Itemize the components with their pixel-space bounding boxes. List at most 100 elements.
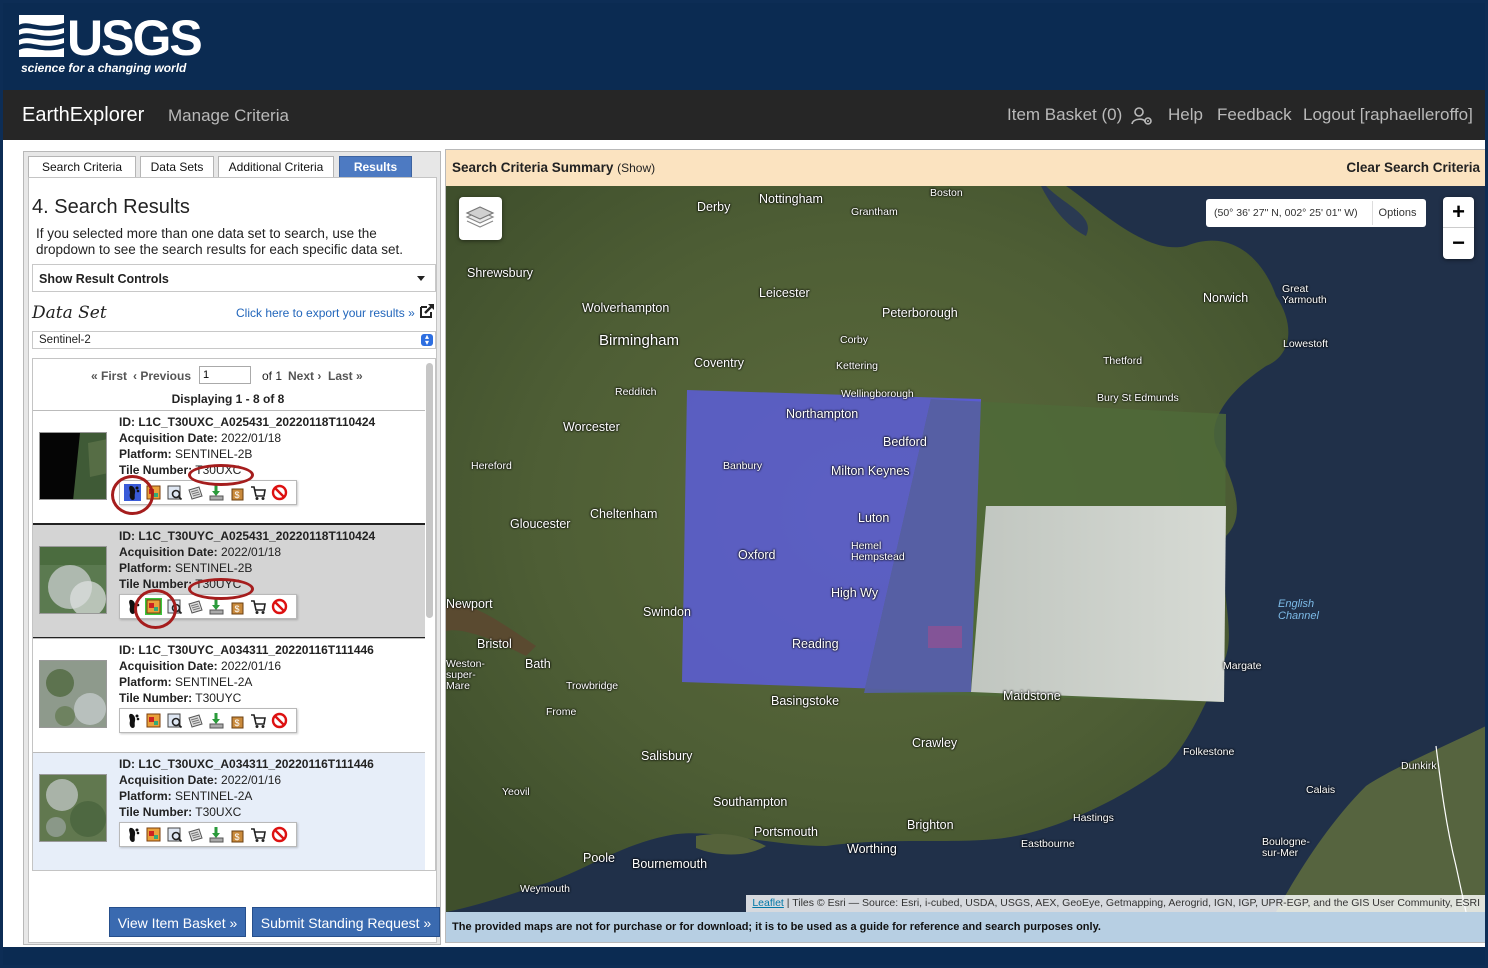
platform-label: Platform: (119, 561, 172, 575)
clear-search-criteria-link[interactable]: Clear Search Criteria (1346, 160, 1480, 175)
map-label: Redditch (615, 386, 657, 398)
map-label: Hemel Hempstead (851, 540, 905, 563)
pager-next[interactable]: Next › (288, 369, 321, 383)
zoom-in-button[interactable]: + (1443, 197, 1474, 228)
cart-icon[interactable] (250, 484, 267, 501)
result-platform: SENTINEL-2A (175, 789, 253, 803)
download-icon[interactable] (208, 484, 225, 501)
satellite-map[interactable]: Derby Nottingham Grantham Boston Shrewsb… (446, 186, 1485, 912)
show-result-controls-dropdown[interactable]: Show Result Controls (32, 264, 436, 292)
logout-link[interactable]: Logout [raphaelleroffo] (1303, 105, 1473, 125)
metadata-icon[interactable] (166, 826, 183, 843)
acq-label: Acquisition Date: (119, 659, 218, 673)
map-label: Newport (446, 597, 493, 611)
footprint-icon[interactable] (124, 826, 141, 843)
result-thumbnail[interactable] (39, 660, 107, 728)
map-label: Yeovil (502, 786, 530, 798)
result-row[interactable]: ID: L1C_T30UXC_A034311_20220116T111446 A… (33, 752, 425, 870)
download-icon[interactable] (208, 826, 225, 843)
map-label: Basingstoke (771, 694, 840, 708)
result-thumbnail[interactable] (39, 432, 107, 500)
results-content: 4. Search Results If you selected more t… (28, 177, 440, 943)
data-set-select[interactable]: Sentinel-2 ▴ ▾ (32, 331, 436, 349)
result-date: 2022/01/18 (221, 545, 282, 559)
compare-icon[interactable] (187, 484, 204, 501)
highlight-circle (134, 589, 177, 629)
tab-additional-criteria[interactable]: Additional Criteria (218, 156, 334, 178)
summary-toggle[interactable]: (Show) (617, 161, 655, 175)
footprint-icon[interactable] (124, 712, 141, 729)
exclude-icon[interactable] (271, 484, 288, 501)
top-navbar: EarthExplorer Manage Criteria Item Baske… (3, 90, 1485, 140)
result-id: ID: L1C_T30UYC_A025431_20220118T110424 (119, 529, 376, 543)
compare-icon[interactable] (187, 712, 204, 729)
pager-first[interactable]: « First (91, 369, 127, 383)
pager-previous[interactable]: ‹ Previous (133, 369, 191, 383)
attribution-text: | Tiles © Esri — Source: Esri, i-cubed, … (783, 897, 1480, 909)
results-scrollbar[interactable] (426, 363, 433, 618)
order-icon[interactable]: $ (229, 826, 246, 843)
export-results-link[interactable]: Click here to export your results » (236, 306, 415, 320)
map-label: Gloucester (510, 517, 571, 531)
order-icon[interactable]: $ (229, 484, 246, 501)
exclude-icon[interactable] (271, 826, 288, 843)
svg-text:$: $ (235, 832, 240, 842)
item-basket-link[interactable]: Item Basket (0) (1007, 105, 1122, 125)
submit-standing-request-button[interactable]: Submit Standing Request » (252, 907, 440, 937)
result-thumbnail[interactable] (39, 546, 107, 614)
leaflet-link[interactable]: Leaflet (752, 897, 784, 909)
compare-icon[interactable] (187, 598, 204, 615)
download-icon[interactable] (208, 598, 225, 615)
page-number-input[interactable] (199, 366, 251, 384)
summary-title[interactable]: Search Criteria Summary (Show) (452, 160, 655, 175)
options-button[interactable]: Options (1372, 201, 1422, 225)
map-label: Margate (1223, 660, 1262, 672)
order-icon[interactable]: $ (229, 598, 246, 615)
exclude-icon[interactable] (271, 712, 288, 729)
map-label: Birmingham (599, 332, 680, 349)
browser-page: USGS science for a changing world EarthE… (0, 0, 1488, 968)
cart-icon[interactable] (250, 598, 267, 615)
view-item-basket-button[interactable]: View Item Basket » (109, 907, 246, 937)
pager-last[interactable]: Last » (328, 369, 363, 383)
user-settings-icon[interactable] (1131, 105, 1153, 127)
external-link-icon[interactable] (419, 303, 435, 319)
select-arrows-icon: ▴ ▾ (421, 333, 433, 347)
highlight-circle (188, 464, 254, 486)
cart-icon[interactable] (250, 712, 267, 729)
app-brand[interactable]: EarthExplorer (22, 104, 144, 127)
result-platform: SENTINEL-2B (175, 447, 253, 461)
coordinate-readout: (50° 36' 27" N, 002° 25' 01" W) (1214, 207, 1358, 219)
cart-icon[interactable] (250, 826, 267, 843)
show-result-controls-label: Show Result Controls (39, 272, 169, 286)
result-row[interactable]: ID: L1C_T30UYC_A034311_20220116T111446 A… (33, 638, 425, 752)
manage-criteria-link[interactable]: Manage Criteria (168, 106, 289, 126)
browse-overlay-icon[interactable] (145, 712, 162, 729)
result-thumbnail[interactable] (39, 774, 107, 842)
data-set-label: Data Set (32, 303, 107, 323)
tab-search-criteria[interactable]: Search Criteria (28, 156, 136, 178)
tile-label: Tile Number: (119, 691, 193, 705)
tab-results[interactable]: Results (339, 156, 412, 178)
map-label: Coventry (694, 356, 745, 370)
exclude-icon[interactable] (271, 598, 288, 615)
feedback-link[interactable]: Feedback (1217, 105, 1292, 125)
metadata-icon[interactable] (166, 712, 183, 729)
map-label: Northampton (786, 407, 859, 421)
help-link[interactable]: Help (1168, 105, 1203, 125)
zoom-out-button[interactable]: − (1443, 228, 1474, 259)
highlight-circle (111, 475, 154, 515)
tab-data-sets[interactable]: Data Sets (140, 156, 214, 178)
metadata-icon[interactable] (166, 484, 183, 501)
layer-switcher-button[interactable] (459, 197, 502, 240)
order-icon[interactable]: $ (229, 712, 246, 729)
map-label: Dunkirk (1401, 760, 1437, 772)
usgs-logo[interactable]: USGS science for a changing world (19, 10, 203, 77)
browse-overlay-icon[interactable] (145, 826, 162, 843)
download-icon[interactable] (208, 712, 225, 729)
platform-label: Platform: (119, 447, 172, 461)
compare-icon[interactable] (187, 826, 204, 843)
map-label: Boston (930, 187, 963, 199)
map-label: Kettering (836, 360, 879, 372)
usgs-tagline: science for a changing world (21, 61, 187, 75)
